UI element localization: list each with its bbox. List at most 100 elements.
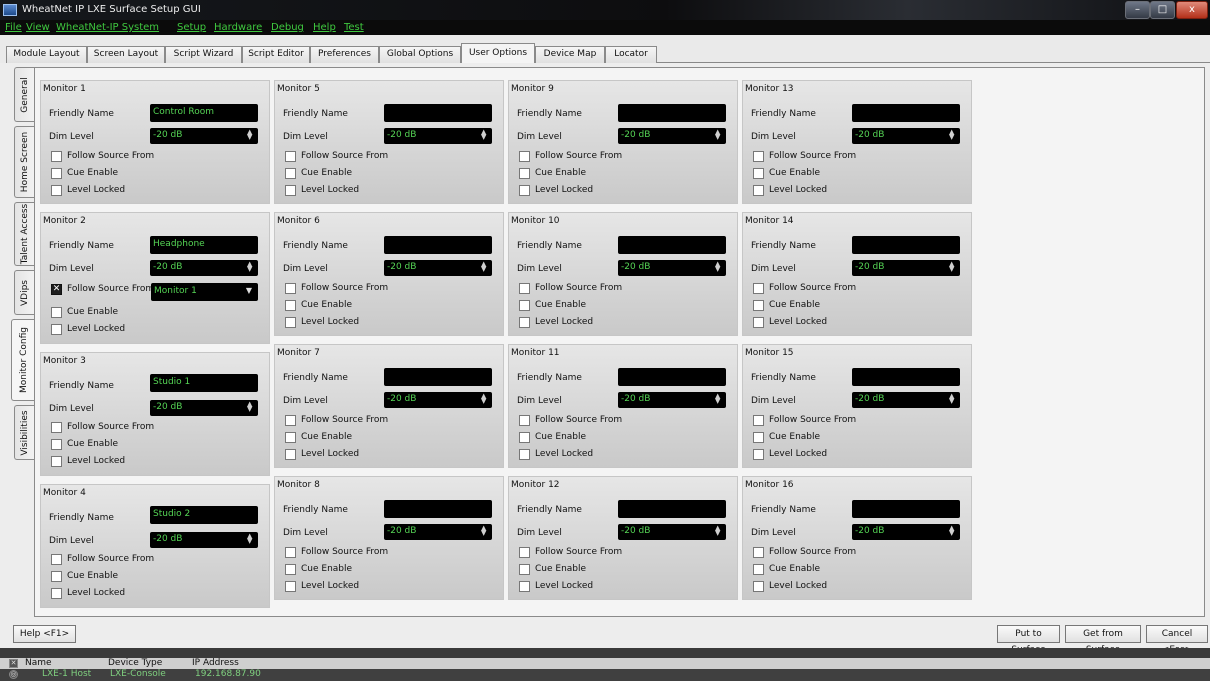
monitor-5-cue-enable-checkbox[interactable] [285,168,296,179]
monitor-1-level-locked-checkbox[interactable] [51,185,62,196]
monitor-8-friendly-name-field[interactable] [384,500,492,518]
monitor-8-dim-level-spinner[interactable]: -20 dB ▲ ▼ [384,524,492,540]
tab-locator[interactable]: Locator [605,46,657,63]
monitor-2-dim-level-spinner[interactable]: -20 dB ▲ ▼ [150,260,258,276]
monitor-5-dim-level-spinner[interactable]: -20 dB ▲ ▼ [384,128,492,144]
get-from-surface-button[interactable]: Get from Surface [1065,625,1141,655]
menu-file[interactable]: File [5,22,22,33]
close-button[interactable]: x [1176,1,1208,19]
monitor-16-dim-level-spinner[interactable]: -20 dB ▲ ▼ [852,524,960,540]
menu-wheatnet-ip-system[interactable]: WheatNet-IP System [56,22,159,33]
monitor-5-friendly-name-field[interactable] [384,104,492,122]
monitor-14-level-locked-checkbox[interactable] [753,317,764,328]
monitor-4-friendly-name-field[interactable]: Studio 2 [150,506,258,524]
monitor-3-follow-source-checkbox[interactable] [51,422,62,433]
monitor-9-follow-source-checkbox[interactable] [519,151,530,162]
monitor-7-dim-level-spinner[interactable]: -20 dB ▲ ▼ [384,392,492,408]
monitor-12-dim-level-spinner[interactable]: -20 dB ▲ ▼ [618,524,726,540]
menu-test[interactable]: Test [344,22,364,33]
monitor-6-level-locked-checkbox[interactable] [285,317,296,328]
menu-help[interactable]: Help [313,22,336,33]
monitor-11-friendly-name-field[interactable] [618,368,726,386]
minimize-button[interactable]: – [1125,1,1150,19]
monitor-16-level-locked-checkbox[interactable] [753,581,764,592]
monitor-7-level-locked-checkbox[interactable] [285,449,296,460]
tab-script-editor[interactable]: Script Editor [242,46,310,63]
tab-module-layout[interactable]: Module Layout [6,46,87,63]
tab-user-options[interactable]: User Options [461,43,535,63]
monitor-13-follow-source-checkbox[interactable] [753,151,764,162]
monitor-16-cue-enable-checkbox[interactable] [753,564,764,575]
monitor-7-friendly-name-field[interactable] [384,368,492,386]
monitor-10-cue-enable-checkbox[interactable] [519,300,530,311]
monitor-10-dim-level-spinner[interactable]: -20 dB ▲ ▼ [618,260,726,276]
tab-global-options[interactable]: Global Options [379,46,461,63]
monitor-3-cue-enable-checkbox[interactable] [51,439,62,450]
monitor-8-follow-source-checkbox[interactable] [285,547,296,558]
monitor-1-cue-enable-checkbox[interactable] [51,168,62,179]
monitor-2-friendly-name-field[interactable]: Headphone [150,236,258,254]
monitor-8-level-locked-checkbox[interactable] [285,581,296,592]
help-button[interactable]: Help <F1> [13,625,76,643]
monitor-7-follow-source-checkbox[interactable] [285,415,296,426]
monitor-11-level-locked-checkbox[interactable] [519,449,530,460]
side-tab-home-screen[interactable]: Home Screen [14,126,35,198]
monitor-4-cue-enable-checkbox[interactable] [51,571,62,582]
monitor-11-follow-source-checkbox[interactable] [519,415,530,426]
tab-preferences[interactable]: Preferences [310,46,379,63]
monitor-2-follow-source-checkbox[interactable]: ✕ [51,284,62,295]
side-tab-general[interactable]: General [14,67,35,122]
monitor-5-follow-source-checkbox[interactable] [285,151,296,162]
column-header-device-type[interactable]: Device Type [108,658,162,668]
monitor-2-follow-source-dropdown[interactable]: Monitor 1 ▼ [151,283,258,301]
tab-device-map[interactable]: Device Map [535,46,605,63]
monitor-4-follow-source-checkbox[interactable] [51,554,62,565]
monitor-15-cue-enable-checkbox[interactable] [753,432,764,443]
monitor-9-dim-level-spinner[interactable]: -20 dB ▲ ▼ [618,128,726,144]
monitor-9-level-locked-checkbox[interactable] [519,185,530,196]
monitor-14-dim-level-spinner[interactable]: -20 dB ▲ ▼ [852,260,960,276]
column-header-ip-address[interactable]: IP Address [192,658,239,668]
monitor-10-level-locked-checkbox[interactable] [519,317,530,328]
side-tab-monitor-config[interactable]: Monitor Config [11,319,36,401]
monitor-6-dim-level-spinner[interactable]: -20 dB ▲ ▼ [384,260,492,276]
monitor-13-cue-enable-checkbox[interactable] [753,168,764,179]
monitor-9-cue-enable-checkbox[interactable] [519,168,530,179]
monitor-1-friendly-name-field[interactable]: Control Room [150,104,258,122]
monitor-16-friendly-name-field[interactable] [852,500,960,518]
monitor-3-dim-level-spinner[interactable]: -20 dB ▲ ▼ [150,400,258,416]
monitor-14-friendly-name-field[interactable] [852,236,960,254]
monitor-14-cue-enable-checkbox[interactable] [753,300,764,311]
menu-setup[interactable]: Setup [177,22,206,33]
menu-debug[interactable]: Debug [271,22,304,33]
monitor-2-level-locked-checkbox[interactable] [51,324,62,335]
monitor-11-cue-enable-checkbox[interactable] [519,432,530,443]
side-tab-visibilities[interactable]: Visibilities [14,405,35,460]
tab-screen-layout[interactable]: Screen Layout [87,46,165,63]
monitor-6-follow-source-checkbox[interactable] [285,283,296,294]
side-tab-vdips[interactable]: VDips [14,270,35,315]
monitor-13-dim-level-spinner[interactable]: -20 dB ▲ ▼ [852,128,960,144]
monitor-10-friendly-name-field[interactable] [618,236,726,254]
monitor-3-level-locked-checkbox[interactable] [51,456,62,467]
monitor-15-friendly-name-field[interactable] [852,368,960,386]
maximize-button[interactable]: □ [1150,1,1175,19]
monitor-7-cue-enable-checkbox[interactable] [285,432,296,443]
monitor-12-friendly-name-field[interactable] [618,500,726,518]
monitor-11-dim-level-spinner[interactable]: -20 dB ▲ ▼ [618,392,726,408]
monitor-10-follow-source-checkbox[interactable] [519,283,530,294]
monitor-6-friendly-name-field[interactable] [384,236,492,254]
close-icon[interactable]: ✕ [9,659,18,668]
device-list-row[interactable]: ◎ LXE-1 Host LXE-Console 192.168.87.90 [0,669,1210,681]
monitor-13-friendly-name-field[interactable] [852,104,960,122]
menu-hardware[interactable]: Hardware [214,22,262,33]
monitor-15-dim-level-spinner[interactable]: -20 dB ▲ ▼ [852,392,960,408]
monitor-12-level-locked-checkbox[interactable] [519,581,530,592]
monitor-1-dim-level-spinner[interactable]: -20 dB ▲ ▼ [150,128,258,144]
monitor-5-level-locked-checkbox[interactable] [285,185,296,196]
monitor-12-follow-source-checkbox[interactable] [519,547,530,558]
monitor-15-level-locked-checkbox[interactable] [753,449,764,460]
monitor-15-follow-source-checkbox[interactable] [753,415,764,426]
monitor-13-level-locked-checkbox[interactable] [753,185,764,196]
cancel-button[interactable]: Cancel <Esc> [1146,625,1208,655]
